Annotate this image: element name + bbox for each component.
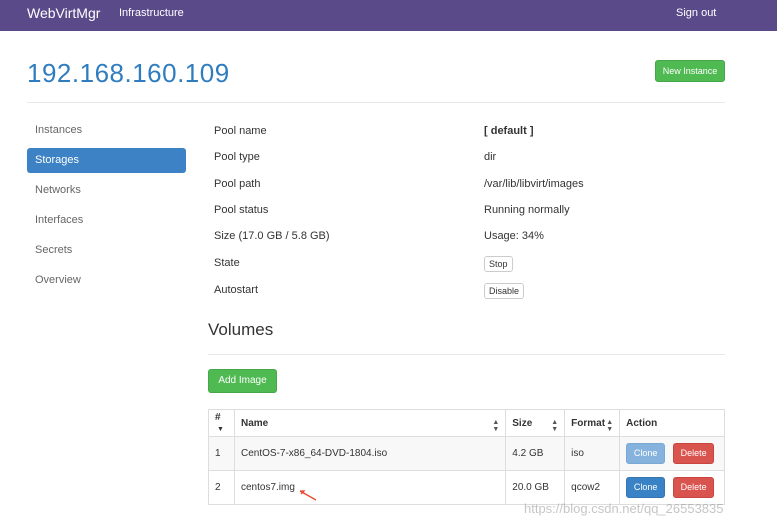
pool-type-label: Pool type [214,151,260,163]
column-header-action: Action [619,409,725,437]
volumes-table: # ▼ Name ▲ ▼ Size ▲ ▼ Format ▲ ▼ Action 1 C… [208,409,725,505]
state-label: State [214,257,240,269]
pool-status-label: Pool status [214,204,269,216]
column-header-format[interactable]: Format ▲ ▼ [564,409,621,437]
cell-size: 4.2 GB [505,436,566,471]
nav-infrastructure-link[interactable]: Infrastructure [119,7,184,19]
annotation-arrow-icon [299,490,317,501]
sidebar-item-overview[interactable]: Overview [27,268,186,293]
sign-out-link[interactable]: Sign out [676,7,716,19]
clone-button[interactable]: Clone [626,477,666,498]
autostart-label: Autostart [214,284,259,296]
delete-button[interactable]: Delete [673,477,715,498]
page-title: 192.168.160.109 [27,58,230,88]
volumes-heading: Volumes [208,320,274,339]
column-header-name[interactable]: Name ▲ ▼ [233,409,507,437]
cell-number: 1 [208,436,235,471]
volumes-divider [208,354,725,355]
cell-format: qcow2 [564,470,621,505]
add-image-button[interactable]: Add Image [208,369,277,393]
sort-icon: ▲ ▼ [551,419,559,433]
cell-name: centos7.img [233,470,507,505]
delete-button[interactable]: Delete [673,443,715,464]
cell-number: 2 [208,470,235,505]
watermark-text: https://blog.csdn.net/qq_26553835 [524,501,724,516]
stop-button[interactable]: Stop [484,256,513,272]
column-header-name-label: Name [240,417,269,429]
cell-size: 20.0 GB [505,470,566,505]
disable-button[interactable]: Disable [484,283,525,299]
pool-name-label: Pool name [214,125,267,137]
sidebar-item-instances[interactable]: Instances [27,118,186,143]
sort-down-icon: ▼ [217,426,224,433]
pool-size-label: Size (17.0 GB / 5.8 GB) [214,230,330,242]
pool-usage-value: Usage: 34% [484,230,544,242]
pool-type-value: dir [484,151,497,163]
column-header-size-label: Size [512,417,533,429]
pool-status-value: Running normally [484,204,570,216]
pool-path-value: /var/lib/libvirt/images [484,178,584,190]
cell-actions: Clone Delete [619,436,725,471]
column-header-format-label: Format [571,417,606,429]
table-row: 1 CentOS-7-x86_64-DVD-1804.iso 4.2 GB is… [208,436,725,471]
sidebar-item-networks[interactable]: Networks [27,178,186,203]
new-instance-button[interactable]: New Instance [655,60,725,82]
header-divider [27,102,725,103]
pool-name-value: [ default ] [484,125,534,137]
clone-button[interactable]: Clone [626,443,666,464]
cell-name: CentOS-7-x86_64-DVD-1804.iso [233,436,507,471]
column-header-number-label: # [215,412,221,423]
pool-path-label: Pool path [214,178,261,190]
sort-icon: ▲ ▼ [492,419,500,433]
column-header-number[interactable]: # ▼ [208,409,235,437]
column-header-action-label: Action [626,417,658,429]
brand-logo[interactable]: WebVirtMgr [27,5,100,21]
cell-actions: Clone Delete [619,470,725,505]
top-navbar: WebVirtMgr Infrastructure Sign out [0,0,777,31]
sidebar-item-storages[interactable]: Storages [27,148,186,173]
column-header-size[interactable]: Size ▲ ▼ [505,409,566,437]
table-row: 2 centos7.img 20.0 GB qcow2 Clone Delete [208,470,725,505]
cell-format: iso [564,436,621,471]
sidebar-item-interfaces[interactable]: Interfaces [27,208,186,233]
sidebar-item-secrets[interactable]: Secrets [27,238,186,263]
sort-icon: ▲ ▼ [606,419,614,433]
